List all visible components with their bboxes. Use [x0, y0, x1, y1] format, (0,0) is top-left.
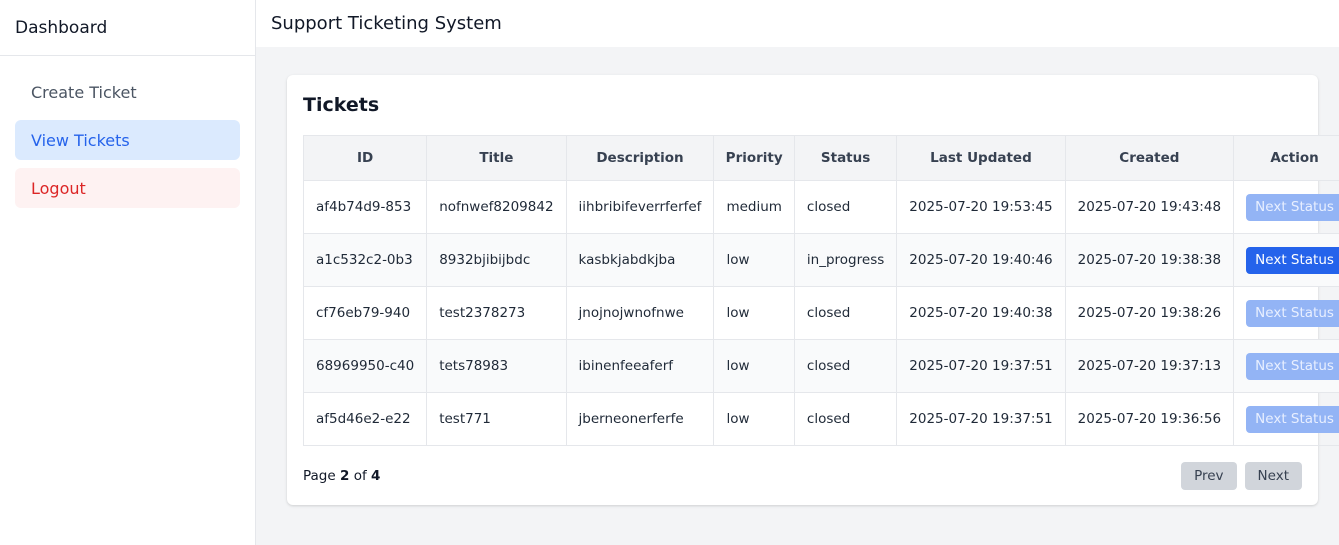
table-row: af5d46e2-e22 test771 jberneonerferfe low… [302, 392, 1339, 446]
cell-priority: low [713, 392, 795, 446]
column-header-id: ID [302, 135, 428, 181]
cell-id: cf76eb79-940 [302, 286, 428, 340]
column-header-title: Title [426, 135, 567, 181]
current-page: 2 [339, 468, 350, 484]
column-header-action: Action [1233, 135, 1339, 181]
cell-last-updated: 2025-07-20 19:37:51 [896, 392, 1066, 446]
cell-description: iihbribifeverrferfef [565, 180, 715, 234]
cell-id: af5d46e2-e22 [302, 392, 428, 446]
cell-created: 2025-07-20 19:38:26 [1064, 286, 1235, 340]
cell-status: closed [793, 286, 898, 340]
page-title: Support Ticketing System [271, 13, 502, 34]
sidebar-item-logout[interactable]: Logout [15, 168, 240, 208]
cell-title: tets78983 [426, 339, 567, 393]
cell-title: test2378273 [426, 286, 567, 340]
total-pages: 4 [371, 468, 381, 484]
cell-created: 2025-07-20 19:37:13 [1064, 339, 1235, 393]
next-status-button[interactable]: Next Status [1246, 246, 1339, 274]
cell-description: kasbkjabdkjba [565, 233, 715, 287]
next-status-button[interactable]: Next Status [1246, 299, 1339, 327]
cell-description: jberneonerferfe [565, 392, 715, 446]
cell-status: closed [793, 180, 898, 234]
sidebar-brand: Dashboard [0, 0, 255, 56]
cell-title: test771 [426, 392, 567, 446]
cell-id: a1c532c2-0b3 [302, 233, 428, 287]
prev-page-button[interactable]: Prev [1181, 462, 1237, 490]
pagination: Page 2 of 4 Prev Next [303, 462, 1302, 490]
tickets-heading: Tickets [303, 94, 380, 116]
next-status-button[interactable]: Next Status [1246, 352, 1339, 380]
cell-last-updated: 2025-07-20 19:40:38 [896, 286, 1066, 340]
column-header-description: Description [565, 135, 715, 181]
cell-priority: low [713, 286, 795, 340]
sidebar: Dashboard Create Ticket View Tickets Log… [0, 0, 256, 545]
cell-created: 2025-07-20 19:43:48 [1064, 180, 1235, 234]
page-prefix: Page [303, 468, 336, 484]
tickets-card: Tickets ID Title Description Priority St… [287, 75, 1339, 505]
cell-last-updated: 2025-07-20 19:37:51 [896, 339, 1066, 393]
cell-status: closed [793, 392, 898, 446]
top-bar: Support Ticketing System [256, 0, 1339, 47]
table-row: af4b74d9-853 nofnwef8209842 iihbribifeve… [302, 180, 1339, 234]
column-header-created: Created [1064, 135, 1235, 181]
page-separator: of [353, 468, 367, 484]
cell-action: Next Status [1233, 392, 1339, 446]
page-indicator: Page 2 of 4 [303, 468, 380, 484]
sidebar-item-view-tickets[interactable]: View Tickets [15, 120, 240, 160]
table-row: a1c532c2-0b3 8932bjibijbdc kasbkjabdkjba… [302, 233, 1339, 287]
sidebar-nav: Create Ticket View Tickets Logout [0, 56, 255, 232]
pager-buttons: Prev Next [1181, 462, 1302, 490]
cell-description: ibinenfeeaferf [565, 339, 715, 393]
cell-action: Next Status [1233, 339, 1339, 393]
cell-last-updated: 2025-07-20 19:40:46 [896, 233, 1066, 287]
next-status-button[interactable]: Next Status [1246, 405, 1339, 433]
cell-priority: low [713, 233, 795, 287]
cell-priority: low [713, 339, 795, 393]
column-header-last-updated: Last Updated [896, 135, 1066, 181]
table-row: 68969950-c40 tets78983 ibinenfeeaferf lo… [302, 339, 1339, 393]
tickets-table: ID Title Description Priority Status Las… [302, 135, 1339, 446]
cell-created: 2025-07-20 19:38:38 [1064, 233, 1235, 287]
cell-status: closed [793, 339, 898, 393]
cell-description: jnojnojwnofnwe [565, 286, 715, 340]
sidebar-item-create-ticket[interactable]: Create Ticket [15, 72, 240, 112]
cell-title: nofnwef8209842 [426, 180, 567, 234]
cell-action: Next Status [1233, 233, 1339, 287]
column-header-status: Status [793, 135, 898, 181]
cell-id: af4b74d9-853 [302, 180, 428, 234]
next-status-button[interactable]: Next Status [1246, 193, 1339, 221]
cell-action: Next Status [1233, 180, 1339, 234]
table-row: cf76eb79-940 test2378273 jnojnojwnofnwe … [302, 286, 1339, 340]
cell-created: 2025-07-20 19:36:56 [1064, 392, 1235, 446]
cell-priority: medium [713, 180, 795, 234]
cell-id: 68969950-c40 [302, 339, 428, 393]
cell-status: in_progress [793, 233, 898, 287]
cell-last-updated: 2025-07-20 19:53:45 [896, 180, 1066, 234]
table-header-row: ID Title Description Priority Status Las… [302, 135, 1339, 181]
cell-action: Next Status [1233, 286, 1339, 340]
next-page-button[interactable]: Next [1244, 462, 1302, 490]
cell-title: 8932bjibijbdc [426, 233, 567, 287]
column-header-priority: Priority [713, 135, 795, 181]
